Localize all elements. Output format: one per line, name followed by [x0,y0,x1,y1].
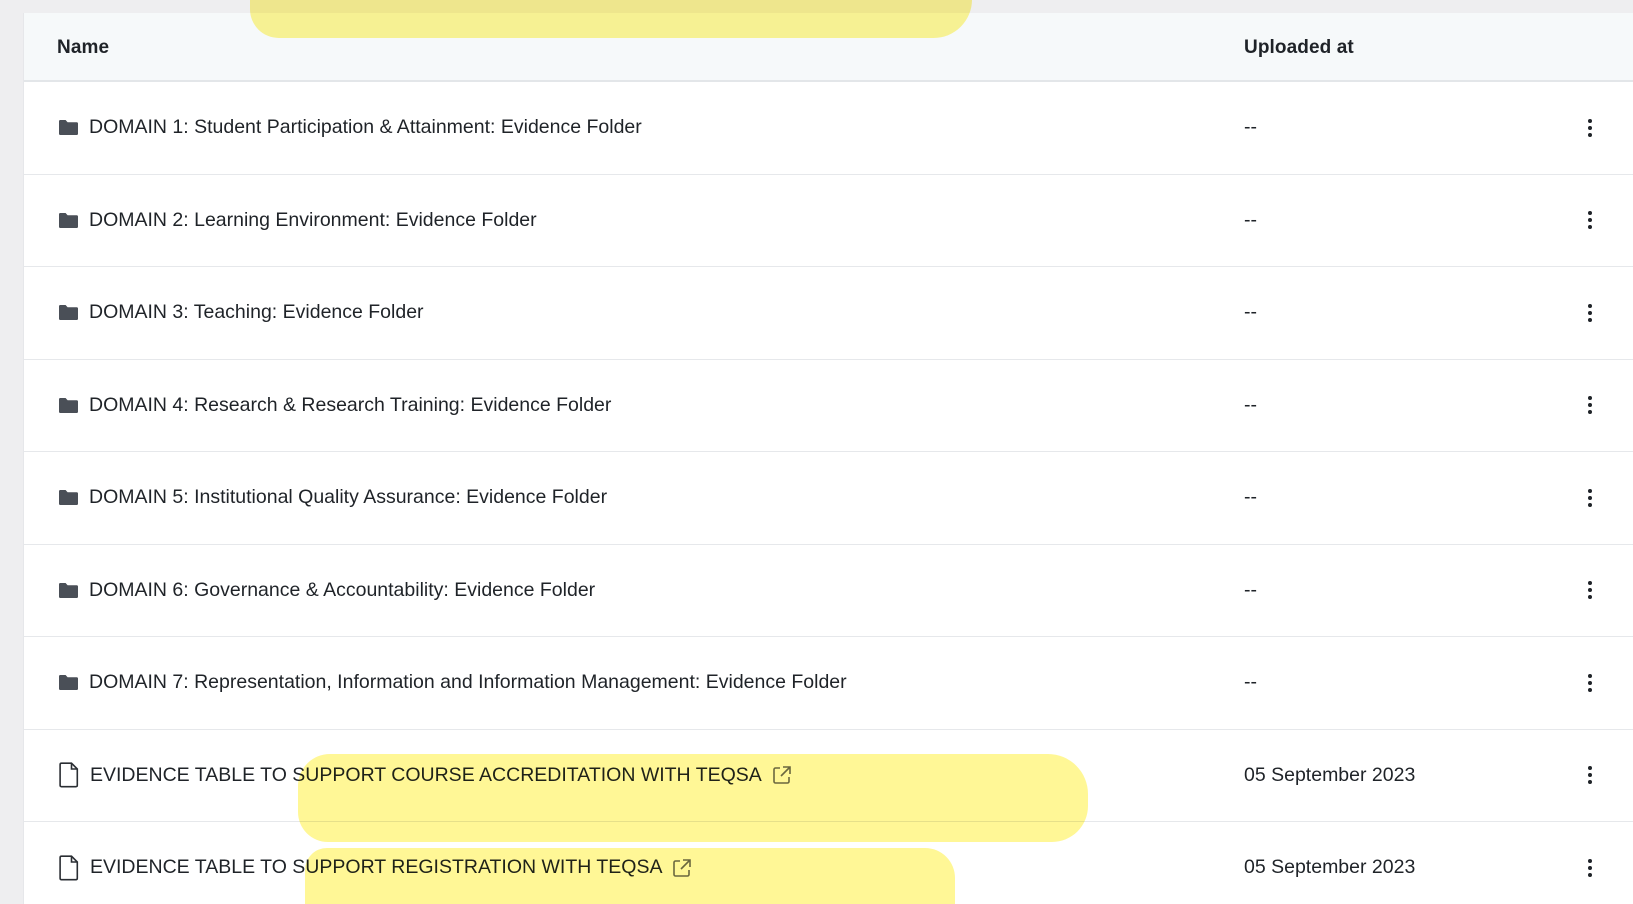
table-row[interactable]: DOMAIN 3: Teaching: Evidence Folder -- [24,267,1633,360]
uploaded-at-cell: -- [1244,393,1257,416]
more-vertical-icon [1588,210,1592,231]
folder-icon [57,397,79,414]
item-name[interactable]: DOMAIN 7: Representation, Information an… [89,671,847,694]
files-table: Name Uploaded at DOMAIN 1: Student Parti… [23,13,1633,904]
table-row[interactable]: EVIDENCE TABLE TO SUPPORT COURSE ACCREDI… [24,730,1633,822]
more-vertical-icon [1588,117,1592,138]
more-vertical-icon [1588,487,1592,508]
more-vertical-icon [1588,395,1592,416]
item-name[interactable]: DOMAIN 6: Governance & Accountability: E… [89,579,595,602]
external-link-icon[interactable] [771,765,793,785]
item-name[interactable]: DOMAIN 4: Research & Research Training: … [89,394,611,417]
item-name[interactable]: DOMAIN 5: Institutional Quality Assuranc… [89,486,607,509]
name-cell[interactable]: DOMAIN 4: Research & Research Training: … [57,360,611,452]
uploaded-at-cell: 05 September 2023 [1244,856,1416,879]
row-menu-button[interactable] [1580,82,1600,174]
row-menu-button[interactable] [1580,822,1600,904]
item-name[interactable]: DOMAIN 2: Learning Environment: Evidence… [89,209,537,232]
folder-icon [57,674,79,691]
name-cell[interactable]: DOMAIN 1: Student Participation & Attain… [57,82,642,174]
uploaded-at-cell: -- [1244,671,1257,694]
table-row[interactable]: DOMAIN 2: Learning Environment: Evidence… [24,175,1633,267]
more-vertical-icon [1588,765,1592,786]
uploaded-at-cell: -- [1244,301,1257,324]
row-menu-button[interactable] [1580,637,1600,729]
name-cell[interactable]: DOMAIN 3: Teaching: Evidence Folder [57,267,424,359]
file-icon [57,855,81,881]
table-header: Name Uploaded at [24,13,1633,82]
name-cell[interactable]: DOMAIN 7: Representation, Information an… [57,637,847,729]
folder-icon [57,489,79,506]
table-row[interactable]: DOMAIN 5: Institutional Quality Assuranc… [24,452,1633,545]
table-row[interactable]: EVIDENCE TABLE TO SUPPORT REGISTRATION W… [24,822,1633,904]
row-menu-button[interactable] [1580,267,1600,359]
item-name[interactable]: DOMAIN 1: Student Participation & Attain… [89,116,642,139]
file-icon [57,762,81,788]
folder-icon [57,304,79,321]
item-name[interactable]: EVIDENCE TABLE TO SUPPORT COURSE ACCREDI… [90,764,762,787]
uploaded-at-cell: -- [1244,116,1257,139]
name-cell[interactable]: DOMAIN 6: Governance & Accountability: E… [57,545,595,637]
table-row[interactable]: DOMAIN 7: Representation, Information an… [24,637,1633,730]
column-header-uploaded-at[interactable]: Uploaded at [1244,37,1354,59]
name-cell[interactable]: EVIDENCE TABLE TO SUPPORT REGISTRATION W… [57,822,693,904]
column-header-name[interactable]: Name [57,37,109,59]
external-link-icon[interactable] [671,858,693,878]
uploaded-at-cell: 05 September 2023 [1244,763,1416,786]
folder-icon [57,119,79,136]
item-name[interactable]: EVIDENCE TABLE TO SUPPORT REGISTRATION W… [90,856,662,879]
row-menu-button[interactable] [1580,175,1600,267]
more-vertical-icon [1588,302,1592,323]
row-menu-button[interactable] [1580,360,1600,452]
name-cell[interactable]: DOMAIN 2: Learning Environment: Evidence… [57,175,537,267]
row-menu-button[interactable] [1580,545,1600,637]
uploaded-at-cell: -- [1244,578,1257,601]
item-name[interactable]: DOMAIN 3: Teaching: Evidence Folder [89,301,424,324]
table-row[interactable]: DOMAIN 4: Research & Research Training: … [24,360,1633,452]
uploaded-at-cell: -- [1244,486,1257,509]
row-menu-button[interactable] [1580,730,1600,822]
table-row[interactable]: DOMAIN 1: Student Participation & Attain… [24,82,1633,175]
name-cell[interactable]: DOMAIN 5: Institutional Quality Assuranc… [57,452,607,544]
folder-icon [57,212,79,229]
table-row[interactable]: DOMAIN 6: Governance & Accountability: E… [24,545,1633,637]
table-body: DOMAIN 1: Student Participation & Attain… [24,82,1633,904]
more-vertical-icon [1588,857,1592,878]
row-menu-button[interactable] [1580,452,1600,544]
name-cell[interactable]: EVIDENCE TABLE TO SUPPORT COURSE ACCREDI… [57,730,793,822]
folder-icon [57,582,79,599]
page: Name Uploaded at DOMAIN 1: Student Parti… [0,0,1633,904]
more-vertical-icon [1588,580,1592,601]
more-vertical-icon [1588,672,1592,693]
uploaded-at-cell: -- [1244,208,1257,231]
